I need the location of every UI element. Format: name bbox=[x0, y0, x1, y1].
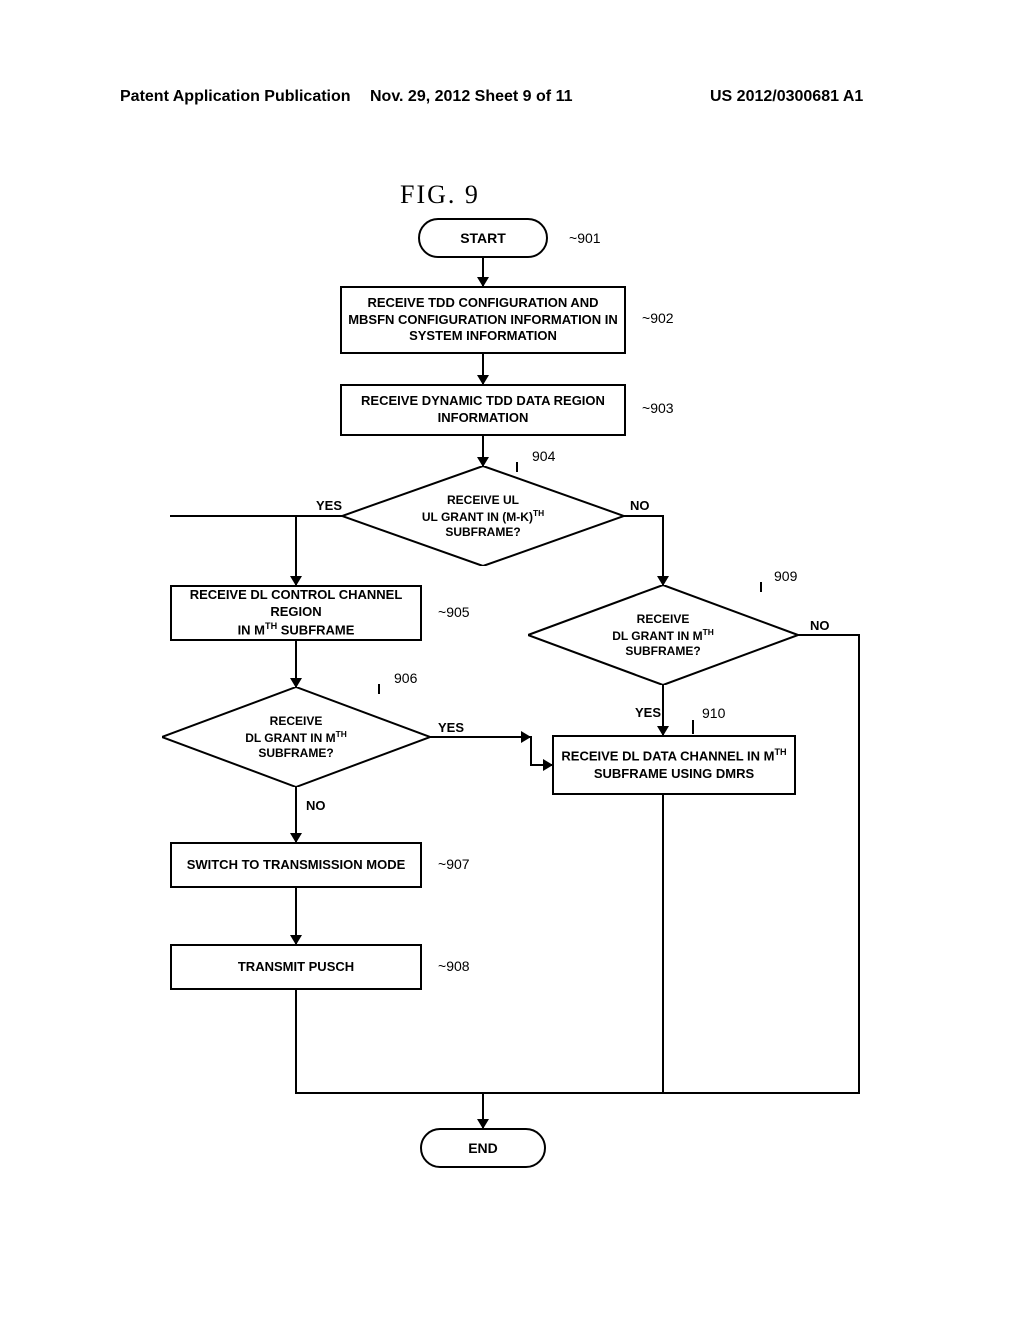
box-903: RECEIVE DYNAMIC TDD DATA REGION INFORMAT… bbox=[340, 384, 626, 436]
connector bbox=[530, 736, 532, 766]
arrow bbox=[482, 258, 484, 286]
header-mid: Nov. 29, 2012 Sheet 9 of 11 bbox=[370, 88, 572, 106]
arrow bbox=[530, 764, 552, 766]
box-902: RECEIVE TDD CONFIGURATION AND MBSFN CONF… bbox=[340, 286, 626, 354]
start-terminator: START bbox=[418, 218, 548, 258]
arrow bbox=[482, 1092, 484, 1128]
yes-label-906: YES bbox=[438, 720, 464, 735]
arrow bbox=[295, 515, 297, 585]
ref-leader bbox=[516, 462, 518, 472]
connector bbox=[858, 634, 860, 1094]
yes-label-909: YES bbox=[635, 705, 661, 720]
box-908-text: TRANSMIT PUSCH bbox=[238, 959, 354, 976]
arrow bbox=[482, 436, 484, 466]
arrow bbox=[430, 736, 530, 738]
end-label: END bbox=[468, 1140, 498, 1156]
arrow bbox=[662, 515, 664, 585]
ref-908: ~908 bbox=[438, 958, 470, 974]
start-label: START bbox=[460, 230, 506, 246]
box-907: SWITCH TO TRANSMISSION MODE bbox=[170, 842, 422, 888]
box-902-text: RECEIVE TDD CONFIGURATION AND MBSFN CONF… bbox=[348, 295, 618, 346]
no-label-909: NO bbox=[810, 618, 830, 633]
connector bbox=[170, 515, 342, 517]
arrow bbox=[482, 354, 484, 384]
decision-909-text: RECEIVE DL GRANT IN MTH SUBFRAME? bbox=[612, 612, 714, 659]
arrow bbox=[295, 787, 297, 842]
ref-902: ~902 bbox=[642, 310, 674, 326]
connector bbox=[624, 515, 664, 517]
decision-904-text: RECEIVE UL UL GRANT IN (M-K)TH SUBFRAME? bbox=[422, 493, 544, 540]
ref-leader bbox=[760, 582, 762, 592]
no-label-906: NO bbox=[306, 798, 326, 813]
connector bbox=[662, 795, 664, 1094]
ref-906: 906 bbox=[394, 670, 417, 686]
header-right: US 2012/0300681 A1 bbox=[710, 88, 863, 106]
no-label-904: NO bbox=[630, 498, 650, 513]
end-terminator: END bbox=[420, 1128, 546, 1168]
box-905: RECEIVE DL CONTROL CHANNEL REGION IN MTH… bbox=[170, 585, 422, 641]
flowchart: FIG. 9 START ~901 RECEIVE TDD CONFIGURAT… bbox=[0, 150, 1024, 1270]
decision-906-text: RECEIVE DL GRANT IN MTH SUBFRAME? bbox=[245, 714, 347, 761]
connector bbox=[295, 990, 297, 1094]
header-left: Patent Application Publication bbox=[120, 88, 351, 106]
box-907-text: SWITCH TO TRANSMISSION MODE bbox=[187, 857, 406, 874]
ref-904: 904 bbox=[532, 448, 555, 464]
box-910: RECEIVE DL DATA CHANNEL IN MTH SUBFRAME … bbox=[552, 735, 796, 795]
yes-label-904: YES bbox=[316, 498, 342, 513]
ref-903: ~903 bbox=[642, 400, 674, 416]
ref-leader bbox=[692, 720, 694, 734]
ref-907: ~907 bbox=[438, 856, 470, 872]
connector bbox=[295, 1092, 860, 1094]
arrow bbox=[295, 641, 297, 687]
ref-leader bbox=[378, 684, 380, 694]
box-905-text: RECEIVE DL CONTROL CHANNEL REGION IN MTH… bbox=[178, 587, 414, 639]
arrow bbox=[662, 685, 664, 735]
box-910-text: RECEIVE DL DATA CHANNEL IN MTH SUBFRAME … bbox=[561, 747, 786, 782]
arrow bbox=[295, 888, 297, 944]
ref-910: 910 bbox=[702, 705, 725, 721]
ref-909: 909 bbox=[774, 568, 797, 584]
connector bbox=[798, 634, 860, 636]
box-908: TRANSMIT PUSCH bbox=[170, 944, 422, 990]
box-903-text: RECEIVE DYNAMIC TDD DATA REGION INFORMAT… bbox=[348, 393, 618, 427]
ref-901: ~901 bbox=[569, 230, 601, 246]
figure-title: FIG. 9 bbox=[400, 180, 480, 210]
ref-905: ~905 bbox=[438, 604, 470, 620]
